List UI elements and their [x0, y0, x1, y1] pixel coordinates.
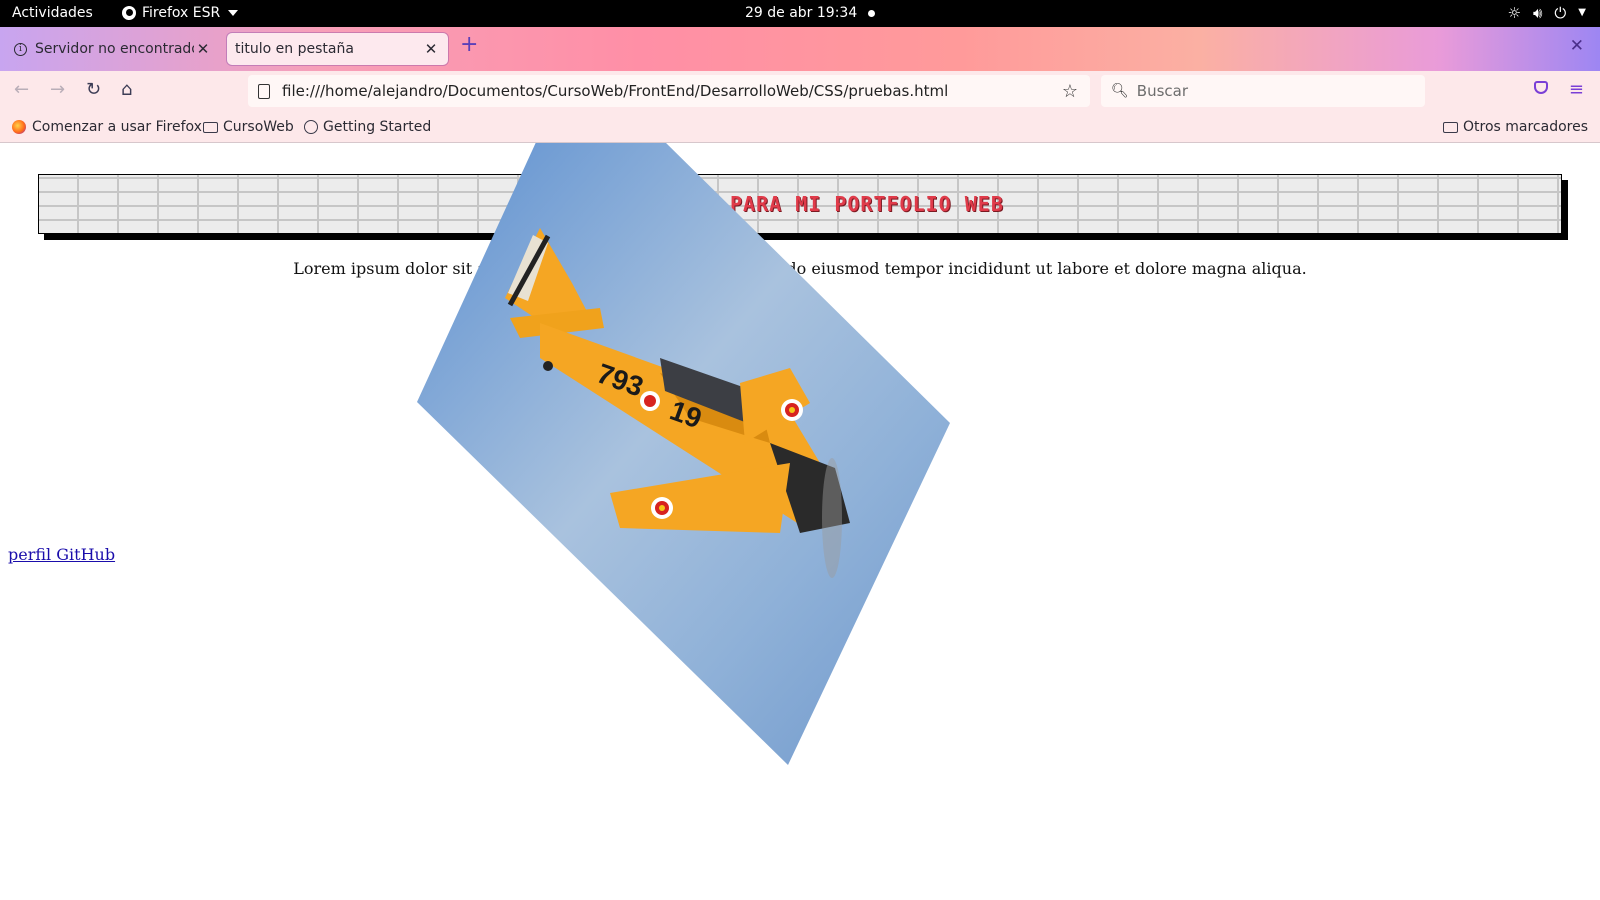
power-icon: ⏻ [1554, 4, 1567, 22]
banner-title: Para mi portfolio web [730, 192, 1004, 216]
search-input[interactable]: 🔍︎ Buscar [1101, 75, 1425, 107]
url-bar[interactable]: file:///home/alejandro/Documentos/CursoW… [248, 75, 1090, 107]
bookmark-label: CursoWeb [223, 119, 294, 135]
bookmark-label: Getting Started [323, 119, 432, 135]
firefox-icon [122, 6, 136, 20]
navigation-toolbar: ← → ↻ ⌂ file:///home/alejandro/Documento… [0, 71, 1600, 111]
folder-icon [1442, 121, 1458, 133]
other-bookmarks-folder[interactable]: Otros marcadores [1442, 119, 1588, 135]
tab-titulo-en-pestana[interactable]: titulo en pestaña ✕ [227, 33, 448, 65]
info-icon: i [14, 42, 27, 56]
brightness-icon: ☼ [1507, 4, 1521, 22]
back-arrow-icon[interactable]: ← [14, 80, 29, 100]
close-tab-icon[interactable]: ✕ [194, 40, 212, 58]
reload-icon[interactable]: ↻ [86, 80, 101, 100]
tab-title: Servidor no encontrado [35, 41, 194, 57]
airplane: 793 19 [505, 228, 850, 578]
airplane-number: 793 [593, 358, 648, 403]
clock[interactable]: 29 de abr 19:34 [745, 5, 857, 21]
search-icon: 🔍︎ [1111, 83, 1129, 99]
page-icon [258, 83, 270, 99]
page-content: Para mi portfolio web Lorem ipsum dolor … [0, 143, 1600, 900]
github-profile-link[interactable]: perfil GitHub [8, 545, 115, 564]
airplane-number-2: 19 [666, 395, 706, 435]
bookmark-folder-cursoweb[interactable]: CursoWeb [203, 119, 294, 135]
bookmark-getting-started[interactable]: Getting Started [304, 119, 431, 135]
tab-server-not-found[interactable]: i Servidor no encontrado ✕ [6, 33, 220, 65]
folder-icon [203, 121, 218, 133]
notification-dot-icon [868, 10, 875, 17]
sky-background [417, 143, 950, 765]
bookmark-label: Comenzar a usar Firefox [32, 119, 202, 135]
bookmark-star-icon[interactable]: ☆ [1062, 81, 1078, 102]
app-name: Firefox ESR [142, 5, 221, 21]
caret-down-icon [228, 10, 239, 16]
app-menu[interactable]: Firefox ESR [122, 5, 239, 21]
airplane-image: 793 19 [417, 143, 950, 765]
pocket-icon[interactable] [1534, 81, 1548, 94]
forward-arrow-icon[interactable]: → [50, 80, 65, 100]
close-tab-icon[interactable]: ✕ [422, 40, 440, 58]
system-top-bar: Actividades Firefox ESR 29 de abr 19:34 … [0, 0, 1600, 27]
tab-strip: i Servidor no encontrado ✕ titulo en pes… [0, 27, 1600, 71]
firefox-icon [12, 120, 26, 134]
activities-button[interactable]: Actividades [12, 5, 93, 21]
system-tray[interactable]: ☼ 🔊︎ ⏻ ▼ [1508, 4, 1586, 22]
tab-title: titulo en pestaña [235, 41, 354, 57]
window-close-icon[interactable]: ✕ [1570, 36, 1584, 56]
bookmark-getting-started-firefox[interactable]: Comenzar a usar Firefox [12, 119, 202, 135]
new-tab-button[interactable]: + [460, 33, 478, 57]
search-placeholder: Buscar [1136, 82, 1188, 100]
globe-icon [304, 120, 318, 134]
bookmarks-toolbar: Comenzar a usar Firefox CursoWeb Getting… [0, 111, 1600, 143]
hamburger-menu-icon[interactable]: ≡ [1569, 79, 1584, 100]
caret-down-icon: ▼ [1578, 7, 1586, 18]
lorem-paragraph: Lorem ipsum dolor sit amet, consectetur … [293, 259, 1307, 278]
home-icon[interactable]: ⌂ [121, 80, 132, 100]
url-text[interactable]: file:///home/alejandro/Documentos/CursoW… [282, 82, 1062, 100]
volume-icon: 🔊︎ [1532, 4, 1543, 22]
bookmark-label: Otros marcadores [1462, 119, 1588, 135]
